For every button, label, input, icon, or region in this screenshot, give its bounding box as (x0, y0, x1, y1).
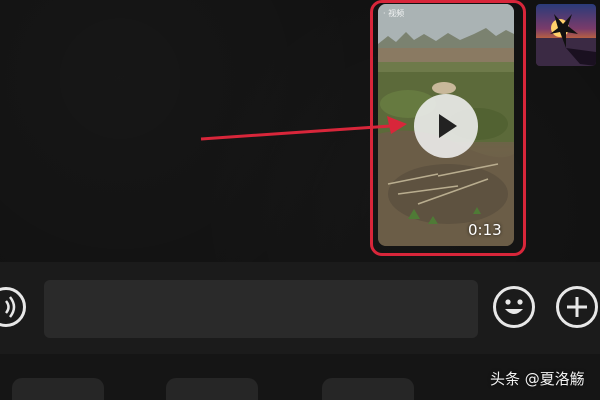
panel-tile[interactable] (322, 378, 414, 400)
panel-tile[interactable] (12, 378, 104, 400)
message-input[interactable] (44, 280, 478, 338)
sunset-silhouette-icon (536, 14, 596, 66)
video-duration: 0:13 (468, 221, 502, 239)
play-icon (439, 114, 457, 138)
contact-avatar[interactable] (536, 4, 596, 66)
voice-input-button[interactable] (0, 287, 26, 327)
watermark: 头条 @夏洛觞 (490, 370, 585, 388)
annotation-arrow (200, 116, 407, 141)
plus-icon (567, 297, 587, 317)
chat-screen: · 视频 0:13 头条 @夏洛觞 (0, 0, 600, 400)
smiley-face-icon (505, 299, 523, 314)
play-button[interactable] (414, 94, 478, 158)
panel-tile[interactable] (166, 378, 258, 400)
emoji-button[interactable] (493, 286, 535, 328)
voice-wave-icon (4, 296, 16, 318)
more-options-button[interactable] (556, 286, 598, 328)
